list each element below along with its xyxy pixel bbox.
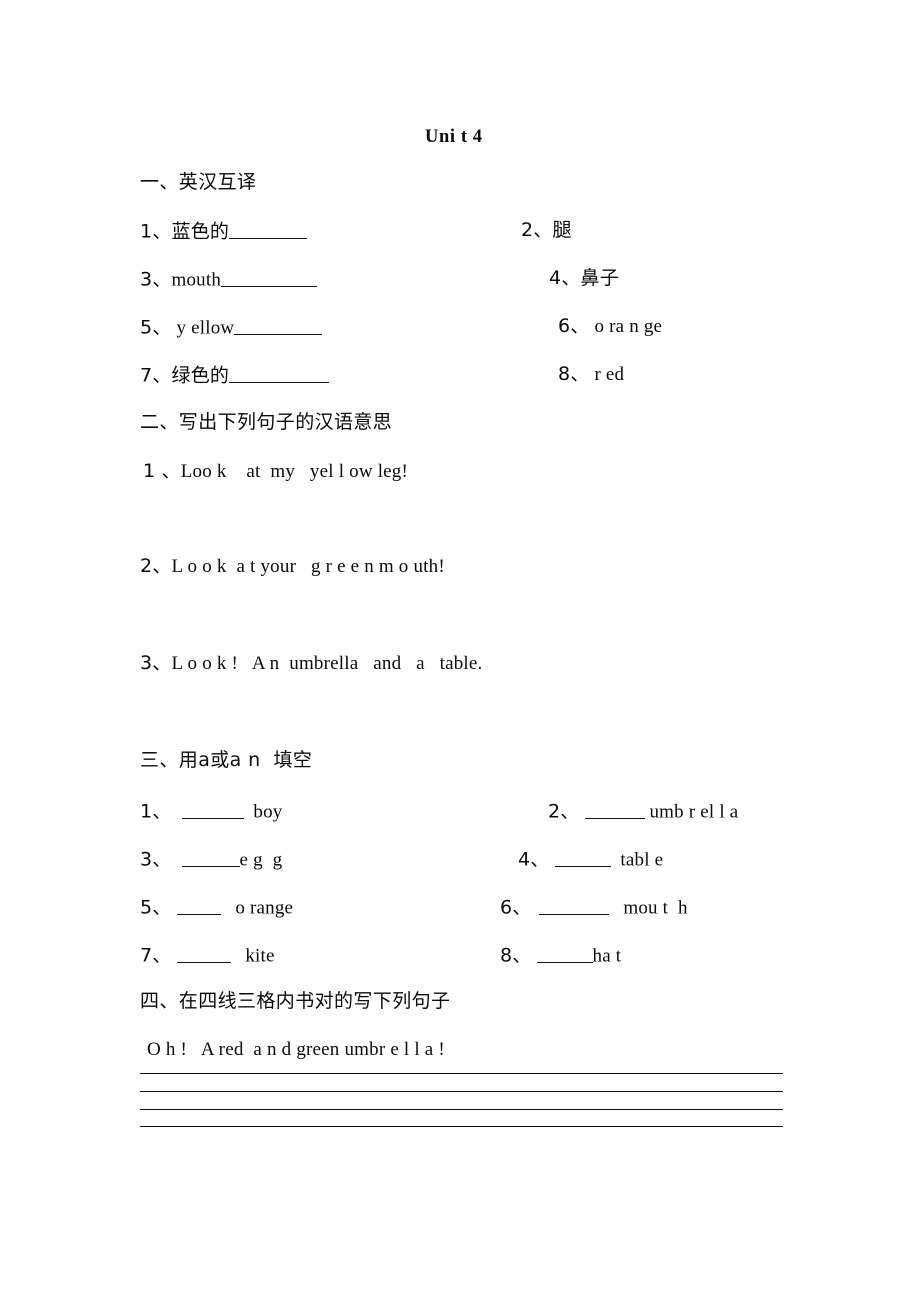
translate-item-1-blank[interactable] bbox=[229, 221, 308, 240]
translate-item-2: 2、腿 bbox=[521, 221, 572, 240]
translate-item-5-text: y ellow bbox=[171, 317, 235, 339]
translate-sentence-1-text: Loo k at my yel l ow leg! bbox=[180, 461, 409, 482]
translate-item-8-text: r ed bbox=[589, 364, 625, 385]
translate-item-3-label: 3、 bbox=[140, 268, 172, 291]
article-item-4-label: 4、 bbox=[518, 848, 550, 871]
translate-item-3: 3、mouth bbox=[140, 268, 318, 291]
article-item-2-text: umb r el l a bbox=[644, 801, 739, 823]
translate-item-6-text: o ra n ge bbox=[589, 316, 663, 337]
translate-item-7-blank[interactable] bbox=[229, 365, 330, 384]
article-item-4: 4、 tabl e bbox=[518, 848, 664, 871]
article-item-7-label: 7、 bbox=[140, 944, 172, 967]
article-item-3-blank[interactable] bbox=[181, 849, 240, 868]
copy-sentence: O h ! A red a n d green umbr e l l a ! bbox=[147, 1039, 445, 1060]
translate-item-4-text: 鼻子 bbox=[580, 267, 619, 289]
translate-item-2-text: 腿 bbox=[552, 219, 572, 241]
article-item-1-text: boy bbox=[243, 801, 283, 823]
article-item-3-label: 3、 bbox=[140, 848, 172, 871]
article-item-2-label: 2、 bbox=[548, 800, 580, 823]
translate-item-2-label: 2、 bbox=[521, 219, 553, 241]
article-item-6-label: 6、 bbox=[500, 896, 532, 919]
guide-rule-2 bbox=[140, 1091, 783, 1092]
guide-rule-1 bbox=[140, 1073, 783, 1074]
article-item-1-blank[interactable] bbox=[181, 801, 244, 820]
translate-item-7-text: 绿色的 bbox=[171, 364, 230, 387]
article-item-2-blank[interactable] bbox=[584, 801, 645, 820]
translate-item-5: 5、 y ellow bbox=[140, 316, 323, 339]
article-item-5-label: 5、 bbox=[140, 896, 172, 919]
translate-item-4-label: 4、 bbox=[549, 267, 581, 289]
article-item-6-blank[interactable] bbox=[538, 897, 609, 916]
translate-sentence-3-text: L o o k ! A n umbrella and a table. bbox=[171, 653, 483, 674]
translate-sentence-1-label: 1 、 bbox=[143, 460, 181, 482]
writing-guide-lines[interactable] bbox=[140, 1073, 783, 1131]
translate-item-4: 4、鼻子 bbox=[549, 269, 619, 288]
translate-sentence-3: 3、L o o k ! A n umbrella and a table. bbox=[140, 652, 483, 674]
translate-item-6: 6、 o ra n ge bbox=[558, 315, 663, 337]
article-item-7-blank[interactable] bbox=[176, 945, 231, 964]
translate-item-5-blank[interactable] bbox=[234, 317, 323, 336]
article-item-3: 3、 e g g bbox=[140, 848, 283, 871]
translate-sentence-1: 1 、Loo k at my yel l ow leg! bbox=[143, 460, 409, 482]
translate-item-6-label: 6、 bbox=[558, 315, 590, 337]
guide-rule-4 bbox=[140, 1126, 783, 1127]
article-item-5-blank[interactable] bbox=[176, 897, 221, 916]
article-item-5: 5、 o range bbox=[140, 896, 294, 919]
article-item-1: 1、 boy bbox=[140, 800, 283, 823]
translate-sentence-2-text: L o o k a t your g r e e n m o uth! bbox=[171, 556, 445, 577]
article-item-1-label: 1、 bbox=[140, 800, 172, 823]
translate-item-3-blank[interactable] bbox=[221, 269, 318, 288]
translate-sentence-3-label: 3、 bbox=[140, 652, 172, 674]
translate-item-5-label: 5、 bbox=[140, 316, 172, 339]
translate-item-7: 7、绿色的 bbox=[140, 364, 330, 387]
translate-item-3-text: mouth bbox=[171, 269, 222, 291]
article-item-4-text: tabl e bbox=[610, 849, 664, 871]
article-item-6-text: mou t h bbox=[608, 897, 688, 919]
article-item-8-text: ha t bbox=[592, 945, 622, 967]
article-item-4-blank[interactable] bbox=[554, 849, 611, 868]
section-heading-3: 三、用a或a n 填空 bbox=[140, 749, 313, 771]
article-item-2: 2、 umb r el l a bbox=[548, 800, 739, 823]
article-item-8-label: 8、 bbox=[500, 944, 532, 967]
article-item-8-blank[interactable] bbox=[536, 945, 593, 964]
article-item-8: 8、 ha t bbox=[500, 944, 622, 967]
translate-item-7-label: 7、 bbox=[140, 364, 172, 387]
section-heading-2: 二、写出下列句子的汉语意思 bbox=[140, 411, 393, 433]
section-heading-1: 一、英汉互译 bbox=[140, 171, 257, 193]
article-item-7: 7、 kite bbox=[140, 944, 275, 967]
section-heading-4: 四、在四线三格内书对的写下列句子 bbox=[140, 990, 451, 1012]
translate-item-8-label: 8、 bbox=[558, 363, 590, 385]
guide-rule-3 bbox=[140, 1109, 783, 1110]
article-item-3-text: e g g bbox=[239, 849, 283, 871]
page-title: Uni t 4 bbox=[425, 127, 483, 147]
article-item-5-text: o range bbox=[220, 897, 294, 919]
translate-item-1-label: 1、 bbox=[140, 220, 172, 243]
article-item-7-text: kite bbox=[230, 945, 275, 967]
translate-item-8: 8、 r ed bbox=[558, 363, 625, 385]
article-item-6: 6、 mou t h bbox=[500, 896, 688, 919]
worksheet-page: Uni t 4 一、英汉互译 1、蓝色的 2、腿 3、mouth 4、鼻子 5、… bbox=[0, 0, 920, 1302]
translate-sentence-2-label: 2、 bbox=[140, 555, 172, 577]
translate-sentence-2: 2、L o o k a t your g r e e n m o uth! bbox=[140, 555, 445, 577]
translate-item-1-text: 蓝色的 bbox=[171, 220, 230, 243]
translate-item-1: 1、蓝色的 bbox=[140, 220, 308, 243]
